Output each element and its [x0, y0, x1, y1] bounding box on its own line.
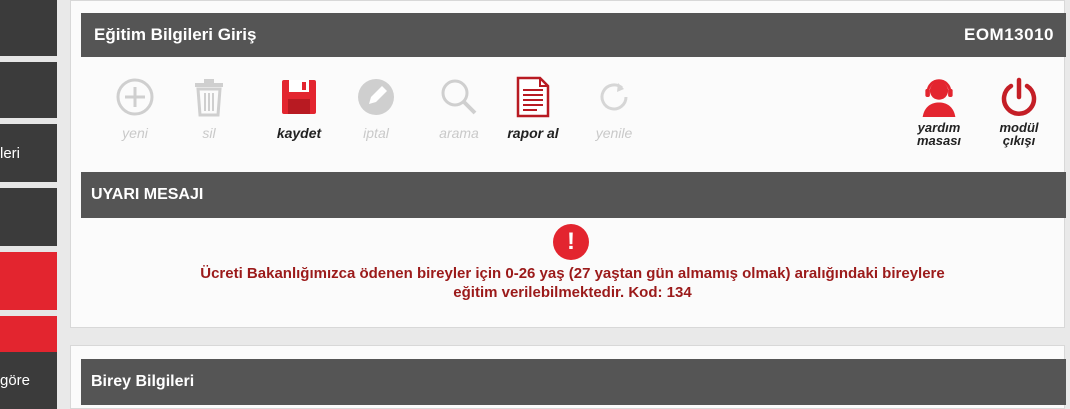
search-button[interactable]: arama — [419, 75, 499, 141]
sidebar-item-7[interactable]: göre — [0, 352, 57, 409]
delete-button[interactable]: sil — [169, 75, 249, 141]
report-button[interactable]: rapor al — [493, 75, 573, 141]
warning-title: UYARI MESAJI — [91, 186, 204, 203]
trash-icon — [189, 75, 229, 119]
sidebar: leri göre — [0, 0, 57, 409]
sidebar-item-4[interactable] — [0, 188, 57, 246]
refresh-icon — [594, 75, 634, 119]
floppy-disk-icon — [279, 75, 319, 119]
warning-header: UYARI MESAJI — [81, 172, 1066, 218]
plus-circle-icon — [115, 75, 155, 119]
sidebar-item-5-active[interactable] — [0, 252, 57, 310]
new-button[interactable]: yeni — [95, 75, 175, 141]
sidebar-item-6[interactable] — [0, 316, 57, 356]
sidebar-item-label: göre — [0, 372, 31, 389]
section-header: Birey Bilgileri — [81, 359, 1066, 405]
person-info-panel: Birey Bilgileri — [70, 345, 1066, 409]
warning-message: Ücreti Bakanlığımızca ödenen bireyler iç… — [200, 265, 945, 301]
module-exit-button[interactable]: modül çıkışı — [979, 75, 1059, 147]
screen-code: EOM13010 — [964, 25, 1054, 44]
exclamation-icon: ! — [553, 224, 589, 260]
sidebar-item-2[interactable] — [0, 62, 57, 118]
sidebar-item-1[interactable] — [0, 0, 57, 56]
toolbar: yeni sil kaydet iptal arama rapor al yen… — [81, 57, 1066, 167]
sidebar-item-3[interactable]: leri — [0, 124, 57, 182]
sidebar-item-label: leri — [0, 144, 21, 162]
search-icon — [439, 75, 479, 119]
save-button[interactable]: kaydet — [259, 75, 339, 141]
cancel-button[interactable]: iptal — [336, 75, 416, 141]
pencil-circle-icon — [356, 75, 396, 119]
support-agent-icon — [919, 75, 959, 119]
power-icon — [999, 75, 1039, 119]
help-desk-button[interactable]: yardım masası — [899, 75, 979, 147]
section-title: Birey Bilgileri — [91, 373, 195, 390]
refresh-button[interactable]: yenile — [574, 75, 654, 141]
page-title: Eğitim Bilgileri Giriş — [94, 25, 257, 44]
panel-header: Eğitim Bilgileri Giriş EOM13010 — [81, 13, 1066, 57]
report-document-icon — [513, 75, 553, 119]
